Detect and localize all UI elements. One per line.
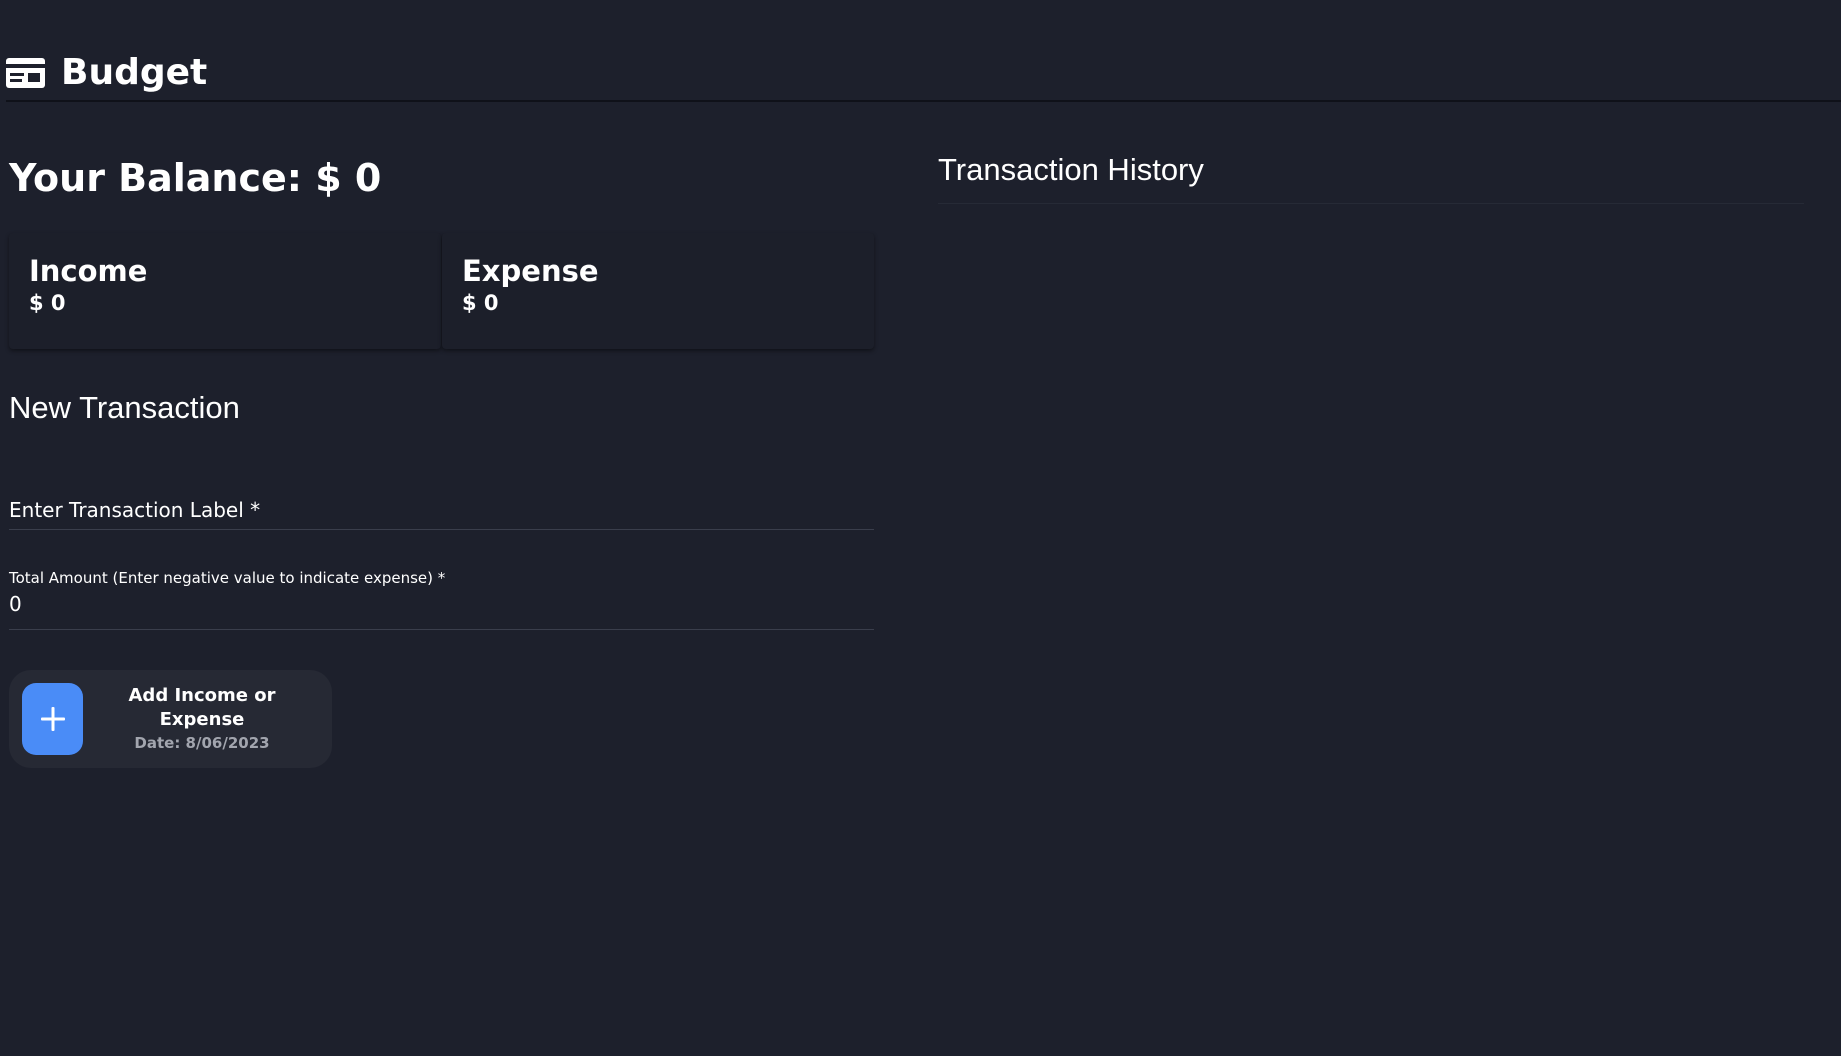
app-header: Budget [6, 50, 1841, 102]
expense-value: $ 0 [462, 291, 499, 315]
add-button-text: Add Income or Expense Date: 8/06/2023 [102, 684, 302, 754]
expense-card: Expense $ 0 [442, 233, 874, 349]
transaction-history-title: Transaction History [938, 150, 1804, 204]
income-title: Income [29, 254, 148, 288]
add-button-date: Date: 8/06/2023 [134, 734, 270, 752]
new-transaction-title: New Transaction [9, 390, 240, 425]
add-transaction-button[interactable]: Add Income or Expense Date: 8/06/2023 [9, 670, 332, 768]
transaction-label-placeholder: Enter Transaction Label * [9, 498, 261, 522]
transaction-label-input[interactable]: Enter Transaction Label * [9, 490, 874, 530]
income-value: $ 0 [29, 291, 66, 315]
balance-heading: Your Balance: $ 0 [9, 156, 382, 200]
amount-label: Total Amount (Enter negative value to in… [9, 569, 446, 587]
add-button-label: Add Income or Expense [128, 685, 276, 730]
amount-value[interactable]: 0 [9, 589, 874, 619]
income-card: Income $ 0 [9, 233, 441, 349]
app-title: Budget [61, 52, 208, 93]
plus-icon[interactable] [22, 683, 83, 755]
expense-title: Expense [462, 254, 599, 288]
credit-card-icon [6, 58, 45, 88]
amount-input[interactable]: Total Amount (Enter negative value to in… [9, 567, 874, 630]
